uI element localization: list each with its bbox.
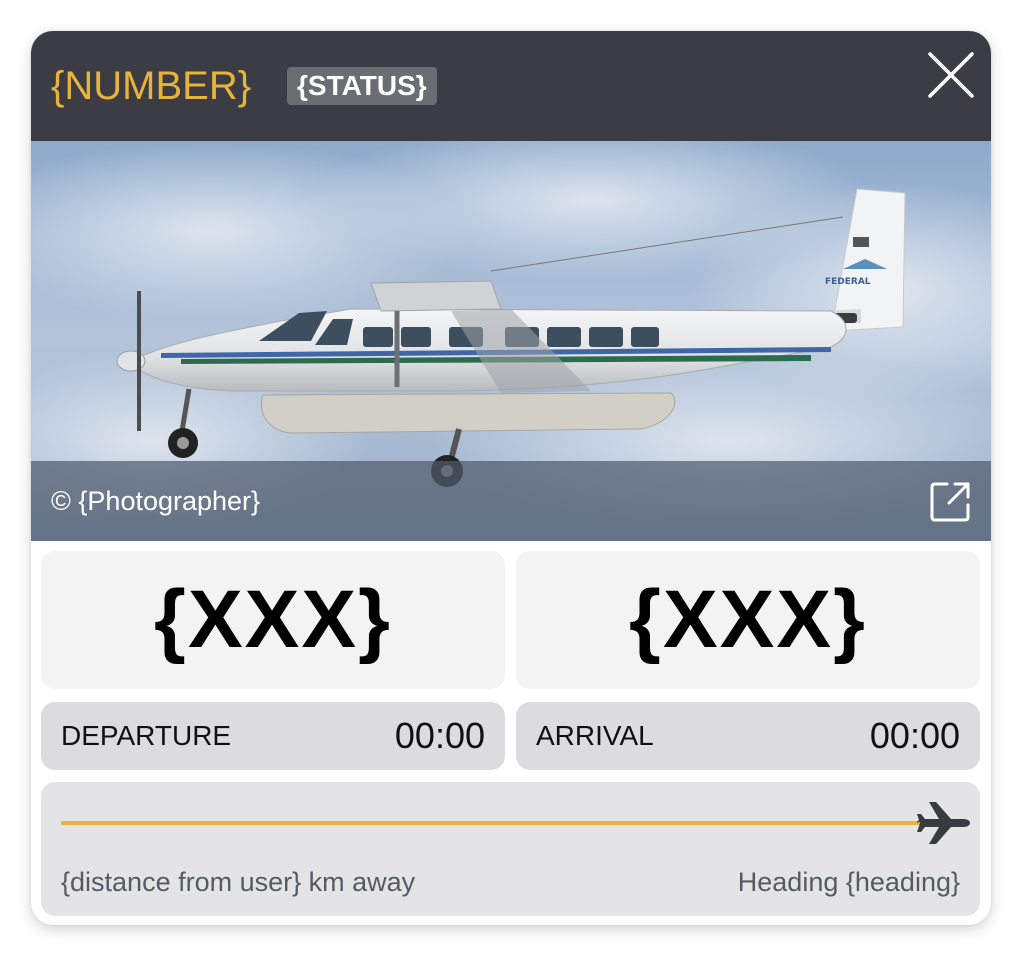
departure-time-box: DEPARTURE 00:00 [41,702,505,770]
arrival-time-box: ARRIVAL 00:00 [516,702,980,770]
departure-airport-box: {XXX} [41,551,505,689]
departure-airport-code: {XXX} [154,574,392,665]
progress-fill [61,821,927,825]
external-link-icon [930,482,970,522]
flight-number: {NUMBER} [51,64,252,108]
photographer-credit: © {Photographer} [51,486,261,516]
close-icon [928,52,974,98]
arrival-airport-code: {XXX} [629,574,867,665]
photo-caption: © {Photographer} [31,461,991,541]
status-badge: {STATUS} [287,67,437,105]
progress-track [61,821,927,825]
arrival-label: ARRIVAL [536,720,654,751]
departure-label: DEPARTURE [61,720,232,751]
flight-progress-panel: {distance from user} km away Heading {he… [41,782,980,916]
card-header: {NUMBER} {STATUS} [31,31,991,141]
plane-icon [915,798,971,848]
open-photo-link[interactable] [929,481,971,523]
svg-text:FEDERAL: FEDERAL [825,277,871,287]
close-button[interactable] [925,49,977,101]
departure-time: 00:00 [394,715,485,756]
heading-readout: Heading {heading} [737,867,960,897]
arrival-airport-box: {XXX} [516,551,980,689]
distance-from-user: {distance from user} km away [61,867,416,897]
arrival-time: 00:00 [869,715,960,756]
aircraft-photo: FEDERAL © {Photographer} [31,141,991,541]
flight-card: {NUMBER} {STATUS} FEDERAL © {Photographe… [31,31,991,925]
